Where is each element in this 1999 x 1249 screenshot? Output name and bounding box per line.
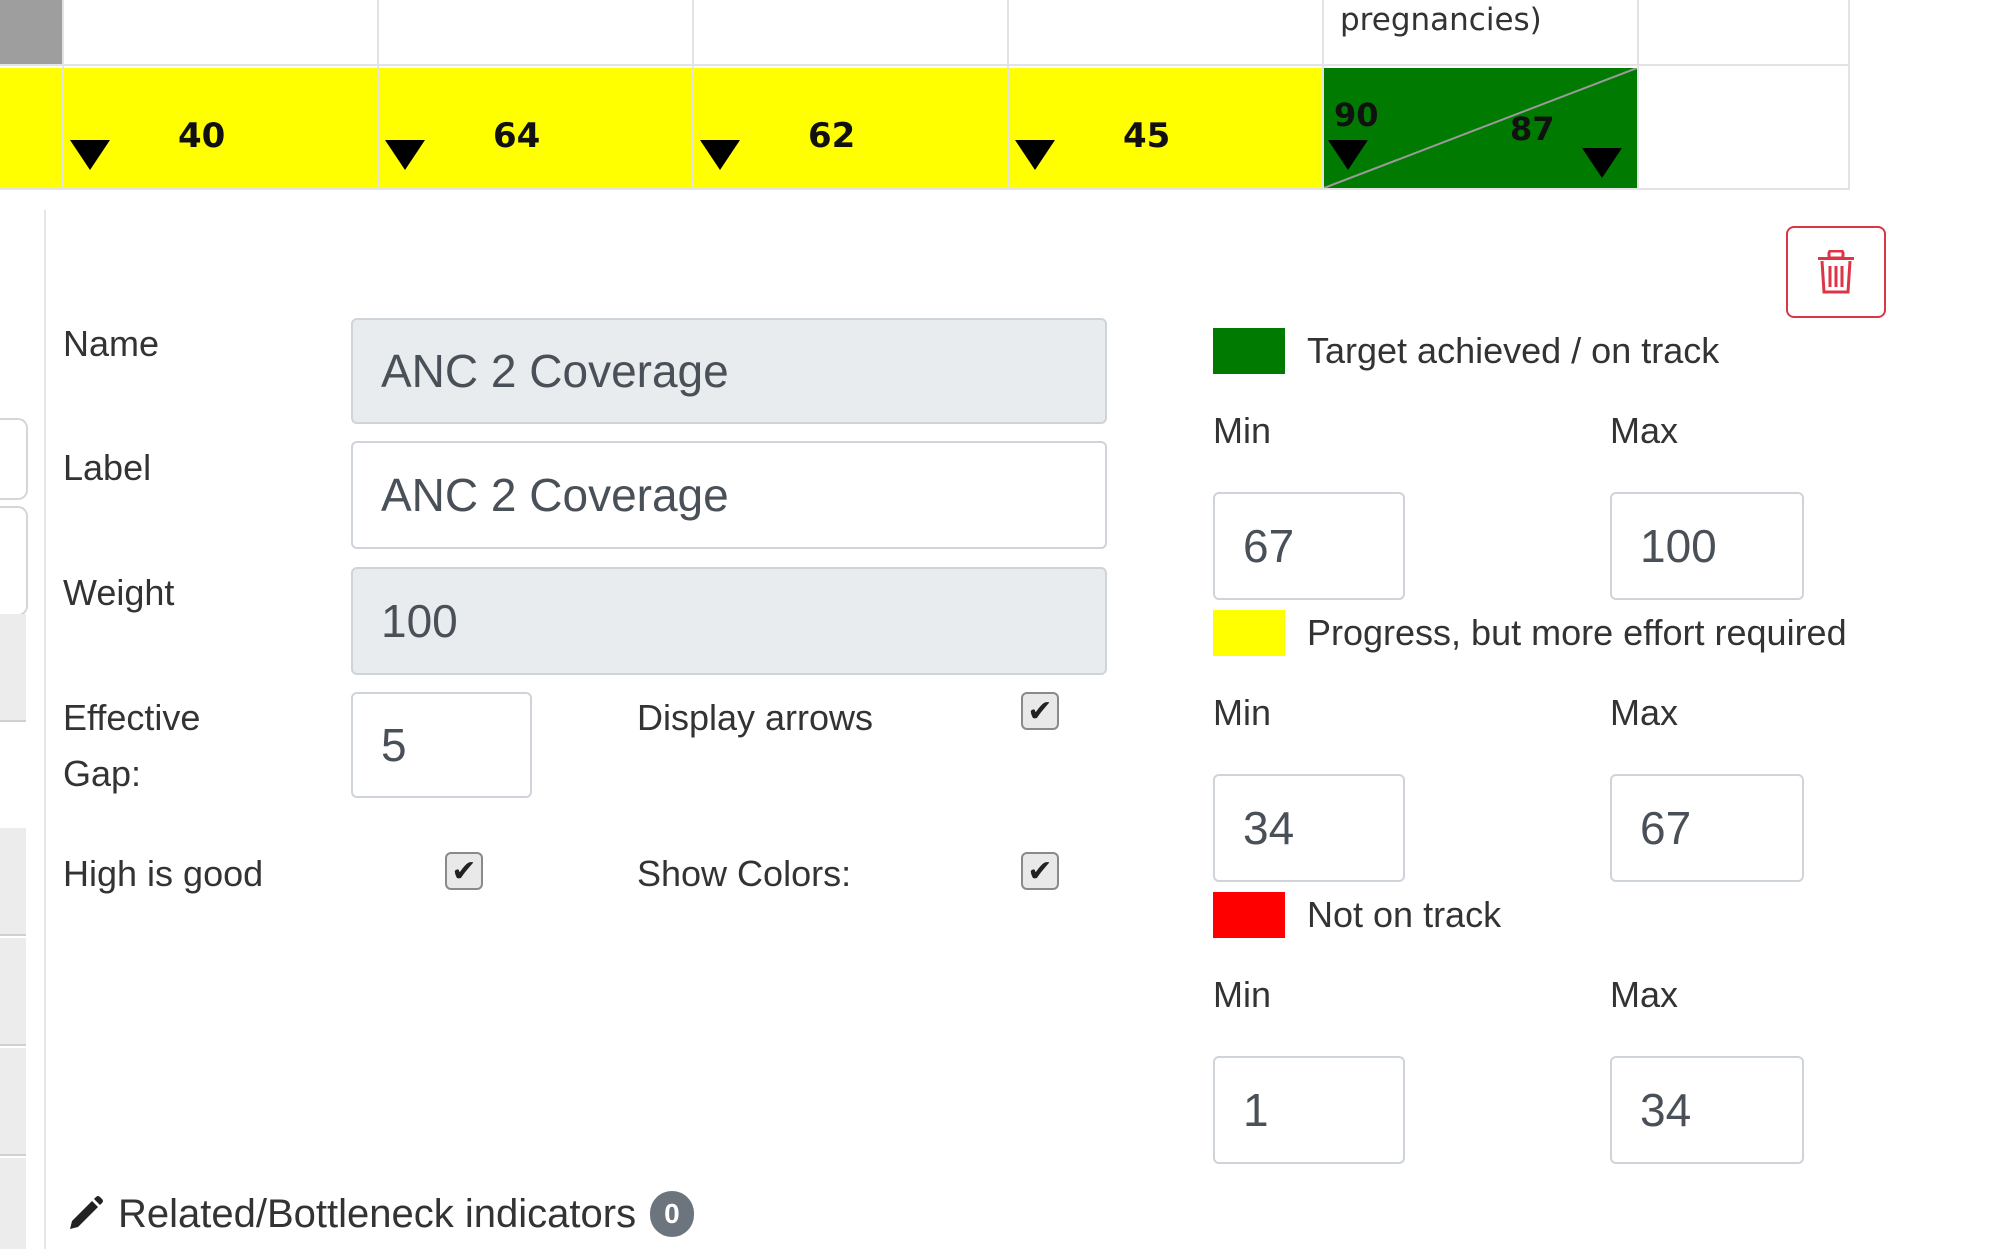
left-panel-fragment — [0, 1158, 26, 1249]
effective-gap-label-line2: Gap: — [63, 753, 142, 794]
display-arrows-label: Display arrows — [637, 697, 874, 738]
table-cell[interactable]: 64 — [379, 68, 692, 188]
min-label: Min — [1213, 692, 1272, 733]
red-max-field[interactable]: 34 — [1610, 1056, 1804, 1164]
yellow-max-field[interactable]: 67 — [1610, 774, 1804, 882]
indicator-table: pregnancies) 40 64 62 45 90 87 — [0, 0, 1850, 190]
red-swatch — [1213, 892, 1285, 938]
delete-button[interactable] — [1786, 226, 1886, 318]
max-label: Max — [1610, 410, 1679, 451]
triangle-down-icon — [1328, 140, 1368, 170]
header-cell-text: pregnancies) — [1340, 2, 1542, 38]
threshold-label-yellow: Progress, but more effort required — [1307, 612, 1847, 653]
min-label: Min — [1213, 974, 1272, 1015]
table-cell — [0, 68, 62, 188]
yellow-min-field[interactable]: 34 — [1213, 774, 1405, 882]
table-cell[interactable]: 62 — [694, 68, 1007, 188]
related-indicators-toggle[interactable]: Related/Bottleneck indicators 0 — [66, 1186, 694, 1242]
name-field[interactable]: ANC 2 Coverage — [351, 318, 1107, 424]
header-corner-cell — [0, 0, 62, 64]
cell-value: 64 — [493, 116, 541, 156]
triangle-down-icon — [385, 140, 425, 170]
high-is-good-label: High is good — [63, 853, 264, 894]
name-label: Name — [63, 323, 160, 364]
pencil-icon — [66, 1195, 104, 1233]
table-cell-split[interactable]: 90 87 — [1324, 68, 1637, 188]
threshold-label-red: Not on track — [1307, 894, 1502, 935]
effective-gap-field[interactable]: 5 — [351, 692, 532, 798]
cell-value: 40 — [178, 116, 226, 156]
effective-gap-label: Effective — [63, 697, 201, 738]
table-cell[interactable]: 45 — [1009, 68, 1322, 188]
display-arrows-checkbox[interactable]: ✔ — [1021, 692, 1059, 730]
red-min-field[interactable]: 1 — [1213, 1056, 1405, 1164]
trash-icon — [1818, 250, 1854, 294]
yellow-swatch — [1213, 610, 1285, 656]
cell-value-left: 90 — [1334, 96, 1379, 134]
green-max-field[interactable]: 100 — [1610, 492, 1804, 600]
table-cell[interactable]: 40 — [64, 68, 377, 188]
max-label: Max — [1610, 974, 1679, 1015]
triangle-down-icon — [1582, 148, 1622, 178]
triangle-down-icon — [70, 140, 110, 170]
weight-field[interactable]: 100 — [351, 567, 1107, 675]
related-indicators-label: Related/Bottleneck indicators — [118, 1191, 637, 1236]
table-header-row: pregnancies) — [0, 0, 1850, 66]
max-label: Max — [1610, 692, 1679, 733]
show-colors-label: Show Colors: — [637, 853, 852, 894]
triangle-down-icon — [1015, 140, 1055, 170]
left-panel-fragment — [0, 614, 26, 722]
left-panel-fragment — [0, 938, 26, 1046]
label-field[interactable]: ANC 2 Coverage — [351, 441, 1107, 549]
weight-label: Weight — [63, 572, 175, 613]
related-count-badge: 0 — [650, 1191, 694, 1237]
label-label: Label — [63, 447, 152, 488]
high-is-good-checkbox[interactable]: ✔ — [445, 852, 483, 890]
triangle-down-icon — [700, 140, 740, 170]
left-panel-fragment — [0, 1048, 26, 1156]
min-label: Min — [1213, 410, 1272, 451]
green-min-field[interactable]: 67 — [1213, 492, 1405, 600]
left-panel-fragment — [0, 828, 26, 936]
green-swatch — [1213, 328, 1285, 374]
left-panel-fragment — [0, 418, 28, 500]
cell-value: 45 — [1123, 116, 1171, 156]
cell-value-right: 87 — [1510, 110, 1555, 148]
cell-value: 62 — [808, 116, 856, 156]
threshold-label-green: Target achieved / on track — [1307, 330, 1720, 371]
left-panel-fragment — [0, 506, 28, 616]
show-colors-checkbox[interactable]: ✔ — [1021, 852, 1059, 890]
